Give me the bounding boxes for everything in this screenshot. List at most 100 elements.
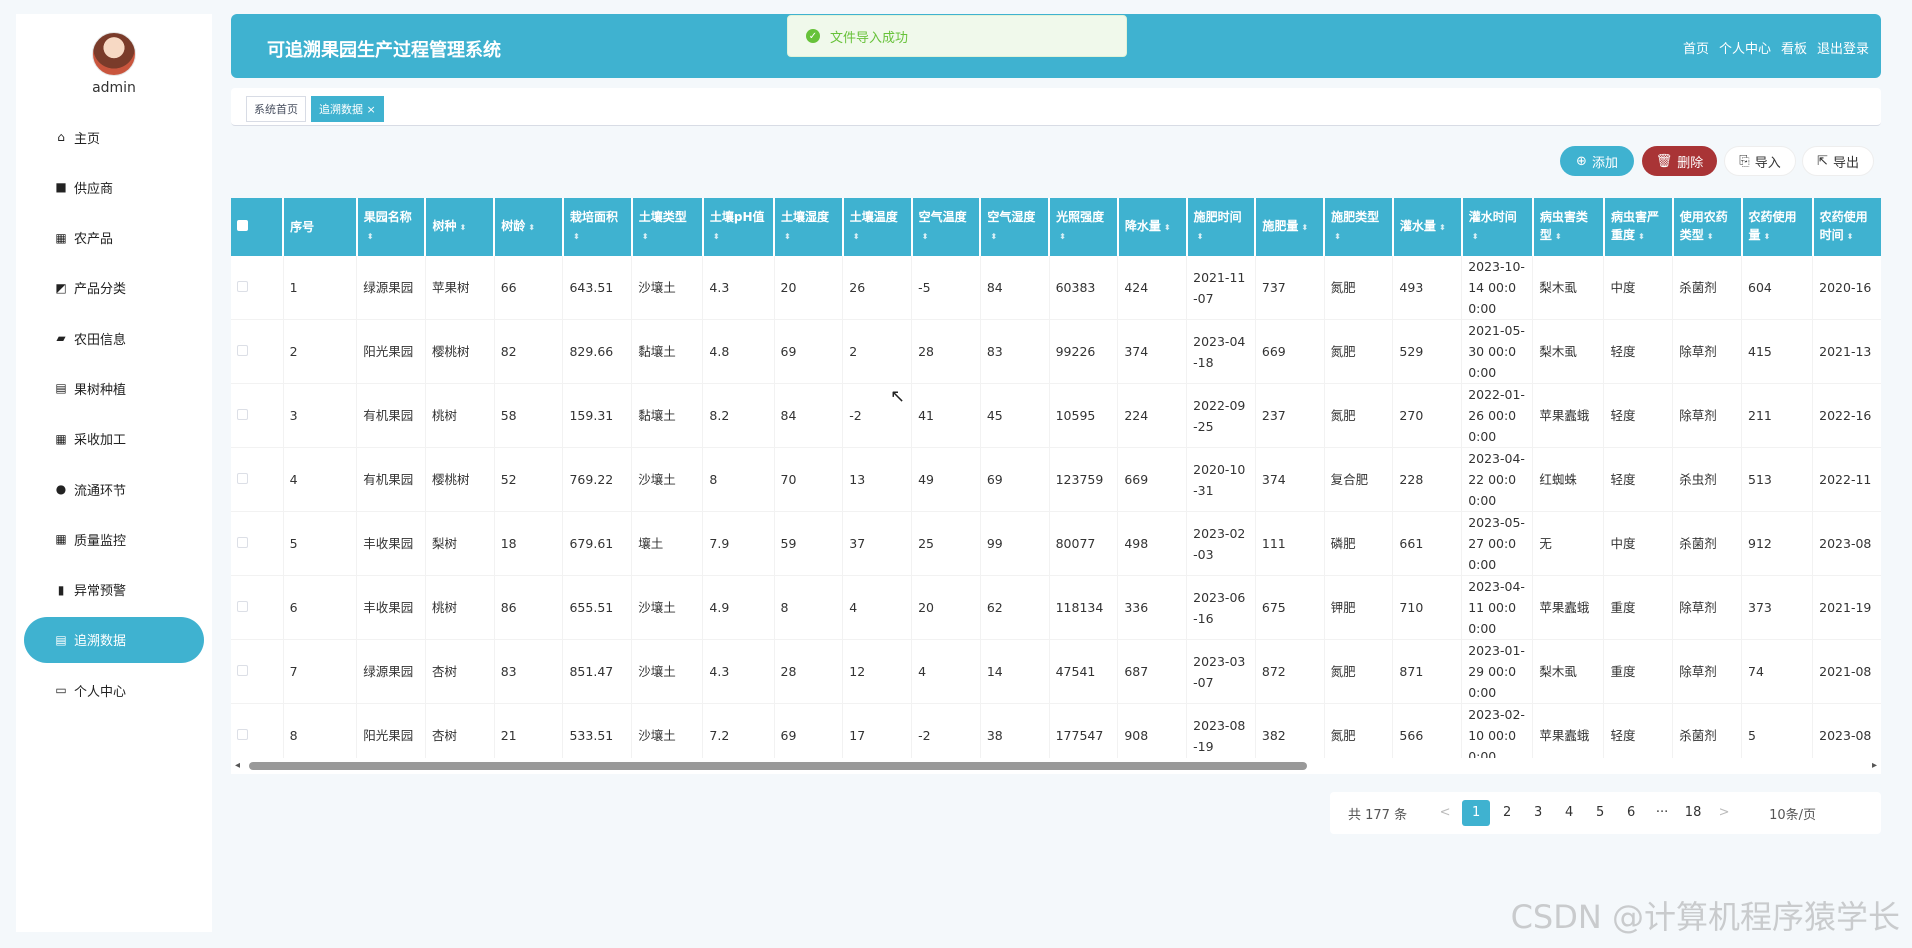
table-row[interactable]: 1 绿源果园 苹果树 66 643.51 沙壤土 4.3 20 26 -5 84 60383 424 20… [231,256,1881,320]
sidebar-item-1[interactable]: ■ 供应商 [24,164,204,210]
sort-icon[interactable]: ⬍ [1439,223,1446,232]
next-page-button[interactable]: > [1710,800,1738,826]
prev-page-button[interactable]: < [1431,800,1459,826]
column-header[interactable]: 施肥类型 ⬍ [1324,198,1394,256]
sort-icon[interactable]: ⬍ [1164,223,1171,232]
column-header[interactable]: 农药使用时间 ⬍ [1812,198,1881,256]
horizontal-scrollbar[interactable]: ◂ ▸ [231,758,1881,774]
row-checkbox[interactable] [237,345,248,356]
column-header[interactable]: 病虫害类型 ⬍ [1532,198,1605,256]
sidebar-item-11[interactable]: ▭ 个人中心 [24,667,204,713]
sort-icon[interactable]: ⬍ [1472,232,1479,241]
row-checkbox[interactable] [237,473,248,484]
page-button[interactable]: 4 [1555,800,1583,826]
page-button[interactable]: ··· [1648,800,1676,826]
sort-icon[interactable]: ⬍ [1764,232,1771,241]
sort-icon[interactable]: ⬍ [922,232,929,241]
table-row[interactable]: 3 有机果园 桃树 58 159.31 黏壤土 8.2 84 -2 41 45 10595 224 202… [231,383,1881,448]
sort-icon[interactable]: ⬍ [784,232,791,241]
sort-icon[interactable]: ⬍ [990,232,997,241]
header-nav-link-1[interactable]: 个人中心 [1719,38,1771,57]
header-nav-link-3[interactable]: 退出登录 [1817,38,1869,57]
sidebar-item-0[interactable]: ⌂ 主页 [24,114,204,160]
avatar[interactable] [92,32,136,76]
page-button[interactable]: 6 [1617,800,1645,826]
column-header[interactable]: 灌水量 ⬍ [1392,198,1463,256]
select-all-checkbox[interactable] [237,220,248,231]
sort-icon[interactable]: ⬍ [642,232,649,241]
table-row[interactable]: 7 绿源果园 杏树 83 851.47 沙壤土 4.3 28 12 4 14 47541 687 2023… [231,639,1881,704]
scroll-left-icon[interactable]: ◂ [235,758,240,774]
tab-home[interactable]: 系统首页 [246,96,306,122]
sidebar-item-2[interactable]: ▦ 农产品 [24,215,204,261]
page-size-select[interactable]: 10条/页 [1769,804,1816,823]
sidebar-item-8[interactable]: ▦ 质量监控 [24,516,204,562]
scrollbar-thumb[interactable] [249,762,1307,770]
sort-icon[interactable]: ⬍ [1334,232,1341,241]
row-checkbox[interactable] [237,537,248,548]
sort-icon[interactable]: ⬍ [459,223,466,232]
sort-icon[interactable]: ⬍ [1555,232,1562,241]
column-header[interactable]: 树种 ⬍ [425,198,496,256]
column-header[interactable]: 施肥时间 ⬍ [1186,198,1257,256]
sort-icon[interactable]: ⬍ [367,232,374,241]
column-header[interactable]: 土壤温度 ⬍ [842,198,913,256]
row-checkbox[interactable] [237,729,248,740]
header-nav-link-2[interactable]: 看板 [1781,38,1807,57]
column-header[interactable]: 序号 [283,198,358,256]
page-button[interactable]: 18 [1679,800,1707,826]
sort-icon[interactable]: ⬍ [1847,232,1854,241]
page-button[interactable]: 2 [1493,800,1521,826]
column-header[interactable]: 土壤湿度 ⬍ [774,198,844,256]
sidebar-item-9[interactable]: ▮ 异常预警 [24,567,204,613]
sidebar-item-4[interactable]: ▰ 农田信息 [24,315,204,361]
sidebar-item-3[interactable]: ◩ 产品分类 [24,265,204,311]
sidebar-item-7[interactable]: ● 流通环节 [24,466,204,512]
row-checkbox[interactable] [237,409,248,420]
sort-icon[interactable]: ⬍ [713,232,720,241]
column-header[interactable]: 树龄 ⬍ [494,198,564,256]
table-row[interactable]: 2 阳光果园 樱桃树 82 829.66 黏壤土 4.8 69 2 28 83 99226 374 202… [231,319,1881,384]
page-button[interactable]: 3 [1524,800,1552,826]
select-all-cell [231,198,285,256]
column-header[interactable]: 栽培面积 ⬍ [562,198,633,256]
column-header[interactable]: 使用农药类型 ⬍ [1672,198,1743,256]
column-header[interactable]: 空气温度 ⬍ [911,198,982,256]
column-header[interactable]: 果园名称 ⬍ [356,198,427,256]
sidebar-item-6[interactable]: ▦ 采收加工 [24,416,204,462]
table-row[interactable]: 6 丰收果园 桃树 86 655.51 沙壤土 4.9 8 4 20 62 118134 336 2023… [231,575,1881,640]
header-nav-link-0[interactable]: 首页 [1683,38,1709,57]
page-button[interactable]: 1 [1462,800,1491,826]
column-header[interactable]: 病虫害严重度 ⬍ [1603,198,1674,256]
row-checkbox[interactable] [237,665,248,676]
delete-button[interactable]: 🗑 删除 [1642,146,1717,176]
page-button[interactable]: 5 [1586,800,1614,826]
add-button[interactable]: ⊕ 添加 [1560,146,1634,176]
sort-icon[interactable]: ⬍ [1197,232,1204,241]
row-checkbox[interactable] [237,601,248,612]
sort-icon[interactable]: ⬍ [1707,232,1714,241]
sort-icon[interactable]: ⬍ [853,232,860,241]
sort-icon[interactable]: ⬍ [573,232,580,241]
column-header[interactable]: 土壤类型 ⬍ [631,198,704,256]
column-header[interactable]: 空气湿度 ⬍ [980,198,1051,256]
column-header[interactable]: 灌水时间 ⬍ [1461,198,1534,256]
sort-icon[interactable]: ⬍ [1301,223,1308,232]
sort-icon[interactable]: ⬍ [1638,232,1645,241]
column-header[interactable]: 农药使用量 ⬍ [1741,198,1814,256]
sort-icon[interactable]: ⬍ [1059,232,1066,241]
export-button[interactable]: ⇱ 导出 [1802,146,1874,176]
sort-icon[interactable]: ⬍ [528,223,535,232]
column-header[interactable]: 土壤pH值 ⬍ [702,198,776,256]
column-header[interactable]: 光照强度 ⬍ [1049,198,1119,256]
column-header[interactable]: 施肥量 ⬍ [1255,198,1326,256]
sidebar-item-5[interactable]: ▤ 果树种植 [24,365,204,411]
tab-trace-data[interactable]: 追溯数据 × [311,96,384,122]
column-header[interactable]: 降水量 ⬍ [1117,198,1188,256]
table-row[interactable]: 4 有机果园 樱桃树 52 769.22 沙壤土 8 70 13 49 69 123759 669 202… [231,447,1881,512]
sidebar-item-10[interactable]: ▤ 追溯数据 [24,616,204,663]
scroll-right-icon[interactable]: ▸ [1872,758,1877,774]
import-button[interactable]: ⎘ 导入 [1724,146,1796,176]
row-checkbox[interactable] [237,281,248,292]
table-row[interactable]: 5 丰收果园 梨树 18 679.61 壤土 7.9 59 37 25 99 80077 498 2023… [231,511,1881,576]
